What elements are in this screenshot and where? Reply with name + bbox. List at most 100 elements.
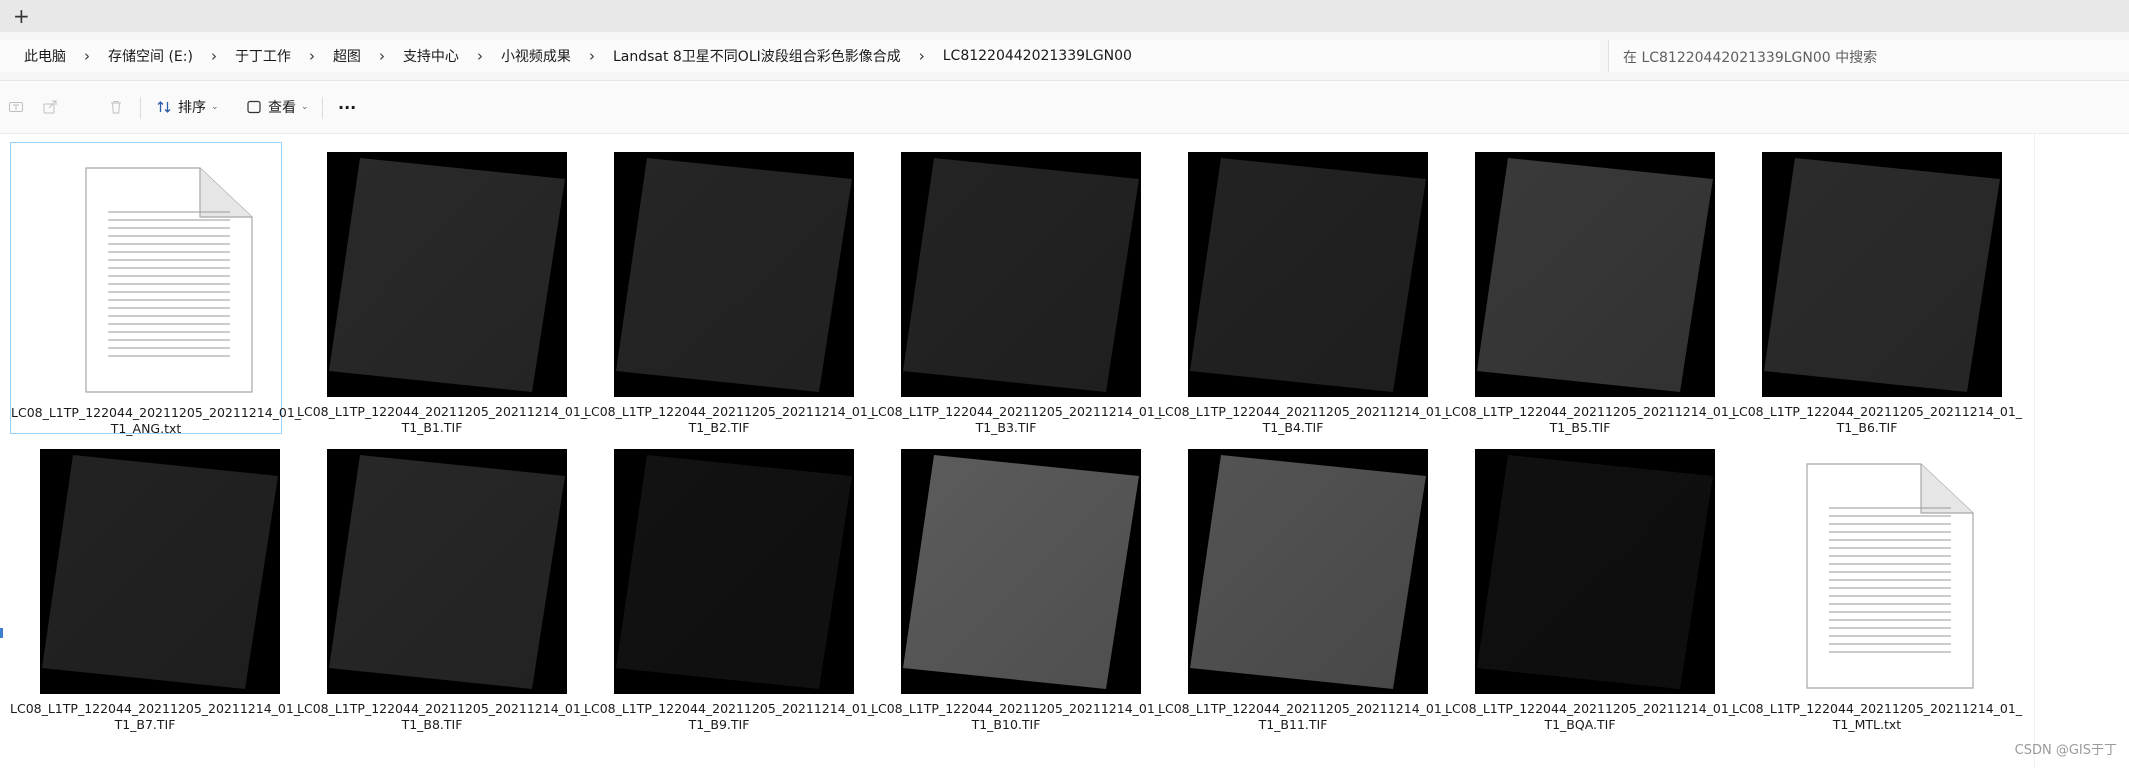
file-thumbnail-image xyxy=(1475,449,1715,694)
chevron-right-icon[interactable]: › xyxy=(369,47,395,65)
chevron-right-icon[interactable]: › xyxy=(467,47,493,65)
file-item[interactable]: LC08_L1TP_122044_20211205_20211214_01_ T1… xyxy=(871,142,1161,435)
breadcrumb-item[interactable]: 超图 xyxy=(333,46,361,66)
breadcrumb-item[interactable]: 小视频成果 xyxy=(501,46,571,66)
view-button[interactable]: 查看 ⌄ xyxy=(246,94,309,120)
file-thumbnail-image xyxy=(1475,152,1715,397)
sort-button[interactable]: 排序 ⌄ xyxy=(156,94,219,120)
file-name: LC08_L1TP_122044_20211205_20211214_01_ T1… xyxy=(1445,404,1736,436)
file-name-line: LC08_L1TP_122044_20211205_20211214_01_ xyxy=(1445,404,1736,419)
raster-thumbnail-icon xyxy=(1188,449,1428,694)
file-thumbnail-image xyxy=(1188,449,1428,694)
raster-thumbnail-icon xyxy=(614,449,854,694)
file-thumbnail-text xyxy=(41,153,281,398)
file-thumbnail-image xyxy=(614,449,854,694)
file-item[interactable]: LC08_L1TP_122044_20211205_20211214_01_ T1… xyxy=(10,439,300,732)
breadcrumb-item[interactable]: Landsat 8卫星不同OLI波段组合彩色影像合成 xyxy=(613,46,901,66)
file-name-line: LC08_L1TP_122044_20211205_20211214_01_ xyxy=(584,404,875,419)
raster-thumbnail-icon xyxy=(901,449,1141,694)
file-name-line: T1_B3.TIF xyxy=(975,420,1037,435)
file-thumbnail-image xyxy=(1762,152,2002,397)
file-item[interactable]: LC08_L1TP_122044_20211205_20211214_01_ T1… xyxy=(1158,439,1448,732)
watermark: CSDN @GIS于丁 xyxy=(2014,743,2117,758)
breadcrumb-item[interactable]: LC81220442021339LGN00 xyxy=(943,48,1132,64)
file-item[interactable]: LC08_L1TP_122044_20211205_20211214_01_ T1… xyxy=(10,142,302,437)
file-name-line: T1_B10.TIF xyxy=(971,717,1041,732)
chevron-right-icon[interactable]: › xyxy=(201,47,227,65)
file-name: LC08_L1TP_122044_20211205_20211214_01_ T1… xyxy=(1445,701,1736,733)
file-thumbnail-image xyxy=(901,449,1141,694)
file-item[interactable]: LC08_L1TP_122044_20211205_20211214_01_ T1… xyxy=(1158,142,1449,435)
new-tab-button[interactable]: + xyxy=(13,4,30,28)
file-thumbnail-image xyxy=(1188,152,1428,397)
breadcrumb-item[interactable]: 存储空间 (E:) xyxy=(108,46,193,66)
raster-thumbnail-icon xyxy=(40,449,280,694)
file-name: LC08_L1TP_122044_20211205_20211214_01_ T1… xyxy=(871,701,1162,733)
search-box[interactable]: 在 LC81220442021339LGN00 中搜索 xyxy=(1608,40,2129,72)
more-options-button[interactable]: ··· xyxy=(338,94,356,120)
file-name-line: LC08_L1TP_122044_20211205_20211214_01_ xyxy=(1445,701,1736,716)
rename-icon xyxy=(9,102,23,112)
command-bar: 排序 ⌄ 查看 ⌄ ··· xyxy=(0,81,2129,134)
file-thumbnail-image xyxy=(40,449,280,694)
file-name-line: LC08_L1TP_122044_20211205_20211214_01_ xyxy=(584,701,875,716)
breadcrumb[interactable]: 此电脑 › 存储空间 (E:) › 于丁工作 › 超图 › 支持中心 › 小视频成果 › Landsat… xyxy=(0,40,1600,72)
file-name-line: LC08_L1TP_122044_20211205_20211214_01_ xyxy=(1732,404,2023,419)
file-name-line: T1_B8.TIF xyxy=(401,717,463,732)
text-document-icon xyxy=(1806,463,1974,689)
file-name: LC08_L1TP_122044_20211205_20211214_01_ T1… xyxy=(1732,701,2022,733)
chevron-right-icon[interactable]: › xyxy=(299,47,325,65)
file-name: LC08_L1TP_122044_20211205_20211214_01_ T1… xyxy=(11,405,302,437)
file-item[interactable]: LC08_L1TP_122044_20211205_20211214_01_ T1… xyxy=(871,439,1161,732)
file-name-line: T1_B4.TIF xyxy=(1262,420,1324,435)
file-name-line: LC08_L1TP_122044_20211205_20211214_01_ xyxy=(297,701,588,716)
tab-bar: + xyxy=(0,0,2129,32)
file-thumbnail-image xyxy=(901,152,1141,397)
file-thumbnail-image xyxy=(327,449,567,694)
chevron-down-icon: ⌄ xyxy=(211,102,219,112)
file-item[interactable]: LC08_L1TP_122044_20211205_20211214_01_ T1… xyxy=(1445,142,1735,435)
view-label: 查看 xyxy=(268,100,296,116)
file-item[interactable]: LC08_L1TP_122044_20211205_20211214_01_ T1… xyxy=(297,142,587,435)
file-item[interactable]: LC08_L1TP_122044_20211205_20211214_01_ T1… xyxy=(584,142,875,435)
file-thumbnail-image xyxy=(327,152,567,397)
breadcrumb-item[interactable]: 支持中心 xyxy=(403,46,459,66)
rename-button[interactable] xyxy=(8,94,24,120)
file-name: LC08_L1TP_122044_20211205_20211214_01_ T1… xyxy=(871,404,1162,436)
file-name-line: LC08_L1TP_122044_20211205_20211214_01_ xyxy=(10,701,301,716)
sort-icon xyxy=(157,101,171,113)
share-icon xyxy=(43,100,57,114)
file-name-line: T1_B7.TIF xyxy=(114,717,176,732)
breadcrumb-item[interactable]: 于丁工作 xyxy=(235,46,291,66)
file-name-line: LC08_L1TP_122044_20211205_20211214_01_ xyxy=(11,405,302,420)
file-name-line: T1_B9.TIF xyxy=(688,717,750,732)
file-name-line: T1_B1.TIF xyxy=(401,420,463,435)
file-name-line: LC08_L1TP_122044_20211205_20211214_01_ xyxy=(871,404,1162,419)
chevron-right-icon[interactable]: › xyxy=(74,47,100,65)
file-name-line: LC08_L1TP_122044_20211205_20211214_01_ xyxy=(871,701,1162,716)
file-name: LC08_L1TP_122044_20211205_20211214_01_ T1… xyxy=(1732,404,2023,436)
file-name: LC08_L1TP_122044_20211205_20211214_01_ T1… xyxy=(297,701,588,733)
file-name-line: T1_B11.TIF xyxy=(1258,717,1328,732)
file-item[interactable]: LC08_L1TP_122044_20211205_20211214_01_ T1… xyxy=(584,439,875,732)
file-grid: LC08_L1TP_122044_20211205_20211214_01_ T1… xyxy=(0,134,2034,768)
file-name: LC08_L1TP_122044_20211205_20211214_01_ T1… xyxy=(297,404,588,436)
toolbar-divider xyxy=(140,97,141,119)
file-item[interactable]: LC08_L1TP_122044_20211205_20211214_01_ T1… xyxy=(1445,439,1735,732)
file-name-line: LC08_L1TP_122044_20211205_20211214_01_ xyxy=(1158,404,1449,419)
file-name-line: LC08_L1TP_122044_20211205_20211214_01_ xyxy=(297,404,588,419)
file-item[interactable]: LC08_L1TP_122044_20211205_20211214_01_ T1… xyxy=(1732,142,2022,435)
breadcrumb-item[interactable]: 此电脑 xyxy=(24,46,66,66)
raster-thumbnail-icon xyxy=(1762,152,2002,397)
share-button[interactable] xyxy=(42,94,58,120)
chevron-right-icon[interactable]: › xyxy=(579,47,605,65)
search-input[interactable]: 在 LC81220442021339LGN00 中搜索 xyxy=(1623,47,1877,67)
delete-button[interactable] xyxy=(108,94,124,120)
scroll-indicator xyxy=(0,628,3,638)
file-item[interactable]: LC08_L1TP_122044_20211205_20211214_01_ T1… xyxy=(1732,439,2022,732)
file-thumbnail-image xyxy=(614,152,854,397)
raster-thumbnail-icon xyxy=(1475,152,1715,397)
file-name: LC08_L1TP_122044_20211205_20211214_01_ T1… xyxy=(10,701,301,733)
file-item[interactable]: LC08_L1TP_122044_20211205_20211214_01_ T1… xyxy=(297,439,587,732)
chevron-right-icon[interactable]: › xyxy=(909,47,935,65)
